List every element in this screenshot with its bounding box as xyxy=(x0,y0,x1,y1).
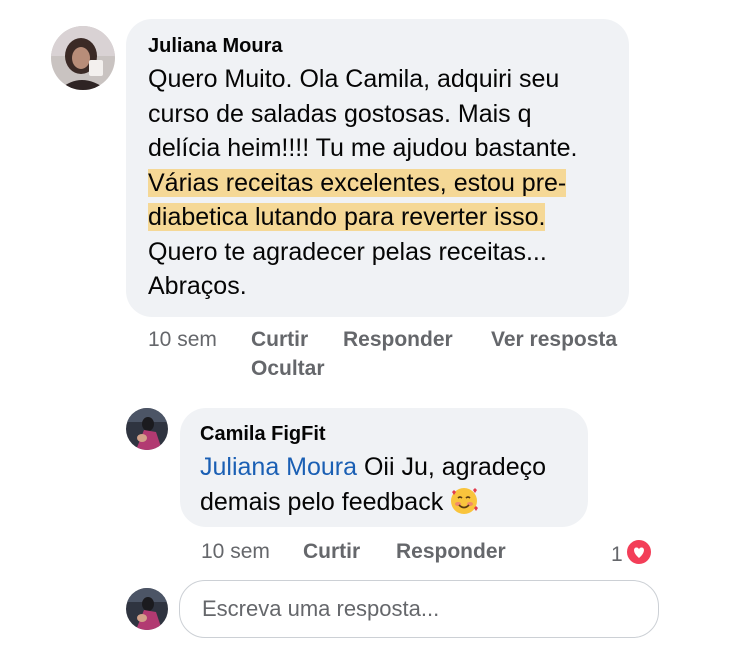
comment-text: Quero Muito. Ola Camila, adquiri seu cur… xyxy=(148,62,607,304)
view-reply-button[interactable]: Ver resposta xyxy=(491,328,617,352)
comment-time[interactable]: 10 sem xyxy=(148,328,217,352)
reply-line: Juliana Moura Oii Ju, agradeço xyxy=(200,453,547,481)
reaction-count: 1 xyxy=(611,543,623,566)
smiling-face-with-hearts-icon xyxy=(449,486,479,526)
comment-line: curso de saladas gostosas. Mais q xyxy=(148,99,532,128)
comment-bubble: Juliana Moura Quero Muito. Ola Camila, a… xyxy=(126,19,629,317)
comment-author[interactable]: Juliana Moura xyxy=(148,35,607,58)
reply-line: demais pelo feedback xyxy=(200,485,568,526)
hide-button[interactable]: Ocultar xyxy=(251,357,325,381)
juliana-avatar[interactable] xyxy=(51,26,115,90)
comment-like-button[interactable]: Curtir xyxy=(251,328,308,352)
comment-line-highlighted: diabetica lutando para reverter isso. xyxy=(148,203,546,231)
comment-line: Quero te agradecer pelas receitas... xyxy=(148,237,547,266)
camila-avatar[interactable] xyxy=(126,408,168,450)
reply-bubble: Camila FigFit Juliana Moura Oii Ju, agra… xyxy=(180,408,588,527)
reply-reply-button[interactable]: Responder xyxy=(396,540,506,564)
comment-line: delícia heim!!!! Tu me ajudou bastante. xyxy=(148,134,578,162)
mention-link[interactable]: Juliana Moura xyxy=(200,453,357,481)
reply-like-button[interactable]: Curtir xyxy=(303,540,360,564)
comment-line: Quero Muito. Ola Camila, adquiri seu xyxy=(148,65,560,93)
comment-line-highlighted: Várias receitas excelentes, estou pre- xyxy=(148,168,567,197)
comment-reply-button[interactable]: Responder xyxy=(343,328,453,352)
reply-text: Juliana Moura Oii Ju, agradeço demais pe… xyxy=(200,450,568,525)
current-user-avatar xyxy=(126,588,168,630)
reply-time[interactable]: 10 sem xyxy=(201,540,270,564)
reply-input[interactable] xyxy=(180,581,658,637)
heart-reaction-icon xyxy=(624,538,653,572)
comment-line: Abraços. xyxy=(148,272,247,300)
reply-author[interactable]: Camila FigFit xyxy=(200,423,568,446)
reaction-summary[interactable]: 1 xyxy=(611,538,653,572)
reply-input-box[interactable] xyxy=(179,580,659,638)
